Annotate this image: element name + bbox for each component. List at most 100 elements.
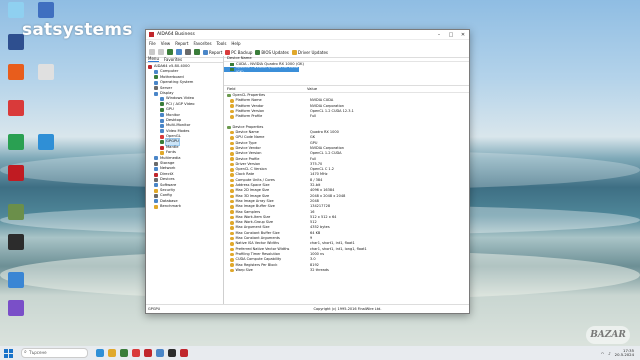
- taskbar: Търсене ◠ ♪ 17:35 20.5.2024: [0, 346, 640, 360]
- taskbar-app-icon[interactable]: [180, 349, 188, 357]
- tree-item-icon: [154, 91, 158, 96]
- back-icon[interactable]: [149, 49, 155, 55]
- property-icon: [230, 194, 234, 199]
- taskbar-app-icon[interactable]: [120, 349, 128, 357]
- section-icon: [227, 125, 231, 130]
- property-icon: [230, 152, 234, 156]
- volume-icon[interactable]: ♪: [608, 351, 610, 356]
- property-icon: [230, 268, 234, 273]
- tree-item[interactable]: Benchmark: [146, 204, 223, 209]
- desktop-icon[interactable]: [2, 2, 30, 19]
- report-button[interactable]: Report: [203, 49, 222, 55]
- property-icon: [230, 178, 234, 183]
- desktop-icon[interactable]: [2, 234, 30, 251]
- taskbar-app-icon[interactable]: [132, 349, 140, 357]
- app-icon: [8, 204, 24, 220]
- menu-report[interactable]: Report: [175, 41, 188, 46]
- property-icon: [230, 162, 234, 167]
- tree-item-icon: [154, 172, 158, 177]
- menu-file[interactable]: File: [149, 41, 156, 46]
- tree-item-icon: [154, 199, 158, 204]
- menu-view[interactable]: View: [161, 41, 171, 46]
- desktop-icon[interactable]: [2, 64, 30, 81]
- clock[interactable]: 17:35 20.5.2024: [615, 348, 634, 358]
- desktop-icon[interactable]: [2, 204, 30, 221]
- desktop-icon[interactable]: [32, 2, 60, 19]
- close-button[interactable]: ✕: [457, 32, 469, 38]
- title-bar[interactable]: AIDA64 Business – □ ✕: [146, 30, 469, 40]
- forward-icon[interactable]: [158, 49, 164, 55]
- column-field[interactable]: Field: [224, 86, 307, 92]
- column-value[interactable]: Value: [307, 86, 317, 92]
- tab-favorites[interactable]: Favorites: [164, 57, 182, 62]
- app-icon: [8, 64, 24, 80]
- window-title: AIDA64 Business: [157, 32, 195, 37]
- tree-item-icon: [160, 134, 164, 139]
- desktop-icon[interactable]: [2, 272, 30, 289]
- details-pane: Device Name CUDA - NVIDIA Quadro RX 1000…: [224, 56, 469, 305]
- table-row[interactable]: Warp Size 32 threads: [224, 268, 469, 273]
- properties-table: Field Value OpenCL Properties Platform Na…: [224, 85, 469, 305]
- tree-item-icon: [160, 129, 164, 134]
- navigation-pane: Menu Favorites AIDA64 v5.80.4000 Computer…: [146, 56, 224, 305]
- taskbar-search-input[interactable]: Търсене: [21, 348, 88, 358]
- driver-updates-button[interactable]: Driver Updates: [291, 49, 328, 55]
- tab-menu[interactable]: Menu: [148, 56, 159, 62]
- desktop-icon[interactable]: [32, 64, 60, 81]
- property-icon: [230, 236, 234, 241]
- taskbar-app-icon[interactable]: [168, 349, 176, 357]
- tree-item-icon: [154, 161, 158, 166]
- taskbar-app-icon[interactable]: [156, 349, 164, 357]
- pc-backup-button[interactable]: PC Backup: [225, 49, 252, 55]
- app-icon: [8, 134, 24, 150]
- maximize-button[interactable]: □: [445, 32, 457, 38]
- tree-item-icon: [154, 75, 158, 80]
- taskbar-app-icon[interactable]: [96, 349, 104, 357]
- menu-help[interactable]: Help: [231, 41, 240, 46]
- tree-item-icon: [154, 156, 158, 161]
- field-cell: Warp Size: [224, 268, 310, 273]
- taskbar-app-icon[interactable]: [108, 349, 116, 357]
- desktop-icon[interactable]: [2, 34, 30, 51]
- desktop-icon[interactable]: [2, 165, 30, 182]
- property-icon: [230, 215, 234, 220]
- navigation-tree: AIDA64 v5.80.4000 Computer Motherboard Oper…: [146, 63, 223, 210]
- aida64-app-icon: [149, 32, 154, 37]
- desktop-icon[interactable]: [2, 100, 30, 117]
- network-icon[interactable]: ◠: [601, 351, 604, 356]
- tree-item-icon: [154, 167, 158, 172]
- menu-tools[interactable]: Tools: [217, 41, 227, 46]
- property-icon: [230, 263, 234, 267]
- start-button[interactable]: [4, 348, 13, 358]
- tree-item-icon: [160, 140, 164, 145]
- property-icon: [230, 210, 234, 214]
- desktop-icon[interactable]: [2, 300, 30, 317]
- table-header: Field Value: [224, 86, 469, 93]
- property-icon: [230, 168, 234, 172]
- desktop-icon[interactable]: [2, 134, 30, 151]
- status-bar: GPGPU Copyright (c) 1995-2016 FinalWire …: [146, 304, 469, 313]
- up-icon[interactable]: [167, 49, 173, 55]
- minimize-button[interactable]: –: [433, 32, 445, 38]
- section-icon: [227, 93, 231, 98]
- property-icon: [230, 221, 234, 225]
- tree-item-icon: [160, 150, 164, 155]
- app-icon: [8, 100, 24, 116]
- desktop-icon[interactable]: [32, 134, 60, 151]
- tree-item-icon: [154, 183, 158, 188]
- menu-bar: File View Report Favorites Tools Help: [146, 40, 469, 47]
- tree-item-icon: [154, 194, 158, 199]
- refresh-icon[interactable]: [176, 49, 182, 55]
- user-icon[interactable]: [185, 49, 191, 55]
- tree-item-icon: [154, 80, 158, 85]
- property-icon: [230, 157, 234, 161]
- device-row[interactable]: OpenCL - NVIDIA Quadro RX 1000 (GK): [224, 65, 299, 74]
- bios-updates-button[interactable]: BIOS Updates: [255, 49, 289, 55]
- app-icon: [8, 34, 24, 50]
- taskbar-app-icon[interactable]: [144, 349, 152, 357]
- chart-icon[interactable]: [194, 49, 200, 55]
- taskbar-apps: [96, 349, 188, 357]
- app-icon: [38, 64, 54, 80]
- driver-icon: [291, 49, 297, 55]
- menu-favorites[interactable]: Favorites: [193, 41, 211, 46]
